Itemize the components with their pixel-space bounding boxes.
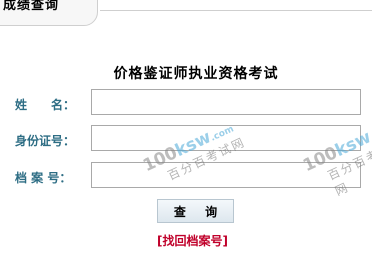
recover-file-number-link[interactable]: [找回档案号] xyxy=(157,232,228,249)
name-label: 姓 名： xyxy=(15,98,76,112)
form-title: 价格鉴证师执业资格考试 xyxy=(113,66,279,82)
header-bar: 成绩查询 xyxy=(0,0,372,30)
name-input[interactable] xyxy=(91,89,361,115)
header-divider xyxy=(100,10,372,11)
id-number-input[interactable] xyxy=(91,125,361,151)
tab-title: 成绩查询 xyxy=(3,0,60,13)
file-number-label: 档 案 号： xyxy=(15,171,72,185)
tab-score-query[interactable]: 成绩查询 xyxy=(0,0,98,26)
id-number-label: 身份证号： xyxy=(15,134,76,148)
query-button[interactable]: 查 询 xyxy=(157,199,234,223)
file-number-input[interactable] xyxy=(91,162,361,188)
